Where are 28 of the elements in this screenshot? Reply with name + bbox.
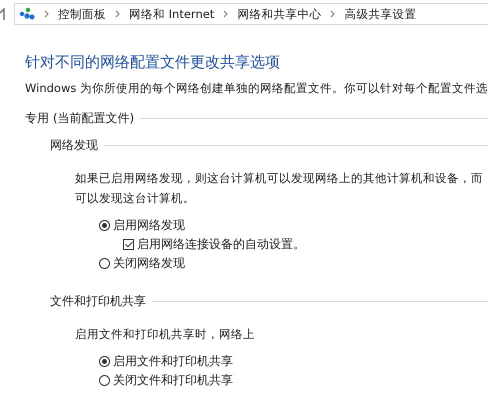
description-text: Windows 为你所使用的每个网络创建单独的网络配置文件。你可以针对每个配置文件选 — [25, 81, 488, 96]
checkbox[interactable] — [123, 239, 134, 250]
chevron-icon — [44, 10, 49, 18]
breadcrumb-item[interactable]: 网络和 Internet — [129, 6, 214, 22]
chevron-icon — [330, 10, 336, 18]
page-heading: 针对不同的网络配置文件更改共享选项 — [25, 53, 281, 73]
chevron-icon — [115, 10, 120, 18]
option-label[interactable]: 启用文件和打印机共享 — [113, 353, 233, 370]
option-label[interactable]: 启用网络发现 — [113, 217, 185, 234]
description-text: 启用文件和打印机共享时，网络上 — [75, 326, 256, 343]
group-title: 文件和打印机共享 — [50, 293, 146, 310]
breadcrumb-item[interactable]: 高级共享设置 — [344, 6, 416, 22]
description-text: 可以发现这台计算机。 — [75, 190, 196, 207]
breadcrumb-item[interactable]: 网络和共享中心 — [237, 6, 322, 22]
address-bar[interactable]: 控制面板 网络和 Internet 网络和共享中心 高级共享设置 — [14, 3, 488, 25]
radio-button[interactable] — [99, 258, 110, 269]
option-label[interactable]: 启用网络连接设备的自动设置。 — [137, 236, 305, 253]
radio-button[interactable] — [99, 356, 110, 367]
group-title: 网络发现 — [50, 137, 98, 154]
radio-button[interactable] — [99, 375, 110, 386]
description-text: 如果已启用网络发现，则这台计算机可以发现网络上的其他计算机和设备，而 — [75, 170, 484, 187]
breadcrumb-item[interactable]: 控制面板 — [58, 6, 106, 22]
chevron-icon — [223, 10, 228, 18]
section-title: 专用 (当前配置文件) — [25, 110, 134, 127]
network-icon — [19, 7, 35, 21]
radio-button[interactable] — [99, 220, 110, 231]
option-label[interactable]: 关闭文件和打印机共享 — [113, 372, 233, 389]
option-label[interactable]: 关闭网络发现 — [113, 255, 185, 272]
